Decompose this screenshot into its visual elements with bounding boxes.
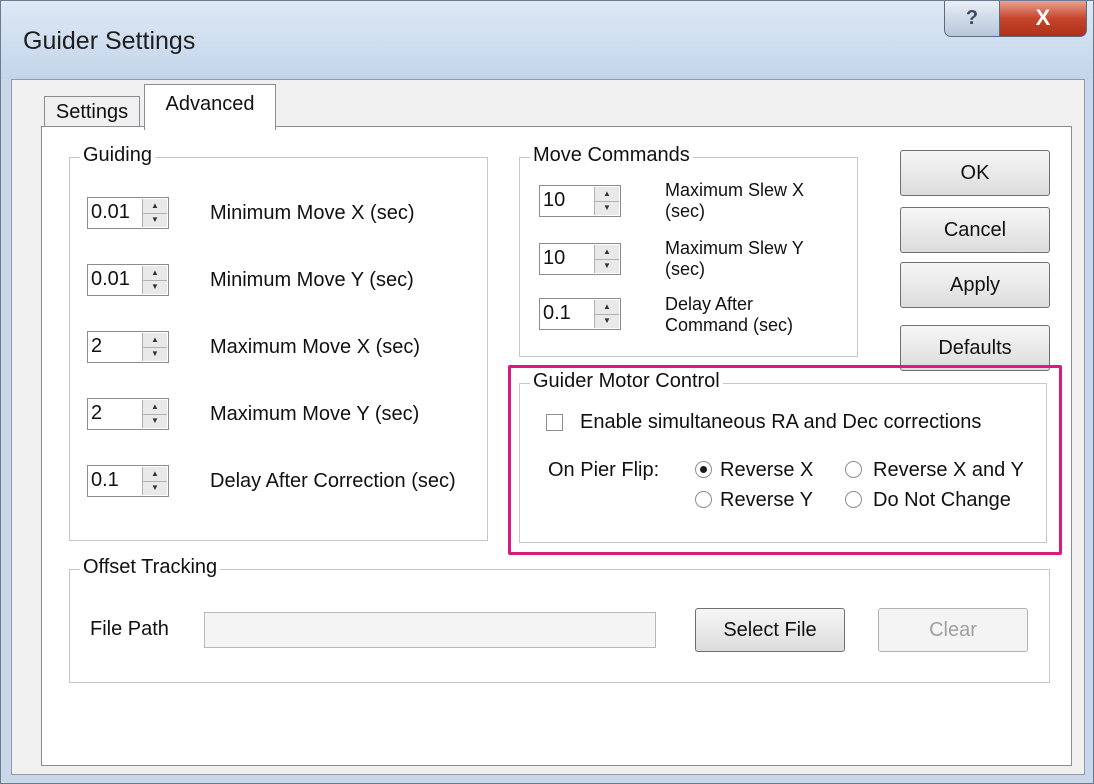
close-icon[interactable]: X — [999, 1, 1087, 37]
spin-up-icon[interactable]: ▲ — [595, 300, 619, 315]
help-icon[interactable]: ? — [944, 1, 1000, 37]
min-move-x-spinner[interactable]: 0.01 ▲ ▼ — [87, 197, 169, 229]
min-move-x-value[interactable]: 0.01 — [91, 201, 130, 224]
move-commands-group: Move Commands 10 ▲ ▼ Maximum Slew X (sec)… — [519, 144, 858, 357]
move-commands-group-title: Move Commands — [530, 144, 693, 167]
max-move-x-spinner[interactable]: 2 ▲ ▼ — [87, 331, 169, 363]
min-move-y-value[interactable]: 0.01 — [91, 268, 130, 291]
max-slew-y-label: Maximum Slew Y (sec) — [665, 238, 804, 279]
advanced-tab-panel: Guiding 0.01 ▲ ▼ Minimum Move X (sec) 0.0… — [41, 126, 1072, 766]
max-move-x-value[interactable]: 2 — [91, 335, 102, 358]
dialog-body: Settings Advanced Guiding 0.01 ▲ ▼ Minimu… — [11, 79, 1085, 775]
spin-up-icon[interactable]: ▲ — [143, 199, 167, 214]
spin-down-icon[interactable]: ▼ — [595, 259, 619, 273]
min-move-y-spinner[interactable]: 0.01 ▲ ▼ — [87, 264, 169, 296]
spin-up-icon[interactable]: ▲ — [143, 467, 167, 482]
spin-up-icon[interactable]: ▲ — [595, 187, 619, 202]
spin-up-icon[interactable]: ▲ — [595, 245, 619, 260]
spin-down-icon[interactable]: ▼ — [143, 280, 167, 294]
max-move-y-spinner[interactable]: 2 ▲ ▼ — [87, 398, 169, 430]
min-move-x-label: Minimum Move X (sec) — [210, 202, 415, 224]
tab-advanced[interactable]: Advanced — [144, 84, 276, 130]
spin-down-icon[interactable]: ▼ — [143, 481, 167, 495]
delay-after-command-label: Delay After Command (sec) — [665, 294, 794, 335]
file-path-field[interactable] — [204, 612, 656, 648]
max-move-x-label: Maximum Move X (sec) — [210, 336, 421, 358]
spin-up-icon[interactable]: ▲ — [143, 333, 167, 348]
guiding-group-title: Guiding — [80, 144, 155, 167]
spin-down-icon[interactable]: ▼ — [143, 414, 167, 428]
guiding-group: Guiding 0.01 ▲ ▼ Minimum Move X (sec) 0.0… — [69, 144, 488, 541]
max-slew-y-spinner[interactable]: 10 ▲ ▼ — [539, 243, 621, 275]
highlight-annotation — [508, 365, 1062, 555]
spin-down-icon[interactable]: ▼ — [595, 314, 619, 328]
min-move-y-label: Minimum Move Y (sec) — [210, 269, 414, 291]
delay-after-command-value[interactable]: 0.1 — [543, 302, 571, 325]
spin-up-icon[interactable]: ▲ — [143, 400, 167, 415]
window-title: Guider Settings — [23, 27, 196, 55]
spin-down-icon[interactable]: ▼ — [143, 213, 167, 227]
delay-after-correction-value[interactable]: 0.1 — [91, 469, 119, 492]
select-file-button[interactable]: Select File — [695, 608, 845, 652]
delay-after-correction-spinner[interactable]: 0.1 ▲ ▼ — [87, 465, 169, 497]
max-move-y-label: Maximum Move Y (sec) — [210, 403, 420, 425]
max-slew-x-spinner[interactable]: 10 ▲ ▼ — [539, 185, 621, 217]
cancel-button[interactable]: Cancel — [900, 207, 1050, 253]
spin-down-icon[interactable]: ▼ — [595, 201, 619, 215]
spin-down-icon[interactable]: ▼ — [143, 347, 167, 361]
file-path-label: File Path — [90, 618, 169, 640]
offset-tracking-title: Offset Tracking — [80, 556, 221, 579]
title-bar[interactable]: Guider Settings — [1, 1, 1093, 79]
max-slew-y-value[interactable]: 10 — [543, 247, 565, 270]
max-slew-x-label: Maximum Slew X (sec) — [665, 180, 805, 221]
spin-up-icon[interactable]: ▲ — [143, 266, 167, 281]
ok-button[interactable]: OK — [900, 150, 1050, 196]
max-slew-x-value[interactable]: 10 — [543, 189, 565, 212]
delay-after-command-spinner[interactable]: 0.1 ▲ ▼ — [539, 298, 621, 330]
guider-settings-window: Guider Settings ? X Settings Advanced Gu… — [0, 0, 1094, 784]
max-move-y-value[interactable]: 2 — [91, 402, 102, 425]
tab-settings[interactable]: Settings — [44, 96, 140, 128]
apply-button[interactable]: Apply — [900, 262, 1050, 308]
clear-button[interactable]: Clear — [878, 608, 1028, 652]
offset-tracking-group: Offset Tracking File Path Select File Cl… — [69, 556, 1050, 683]
delay-after-correction-label: Delay After Correction (sec) — [210, 470, 456, 492]
